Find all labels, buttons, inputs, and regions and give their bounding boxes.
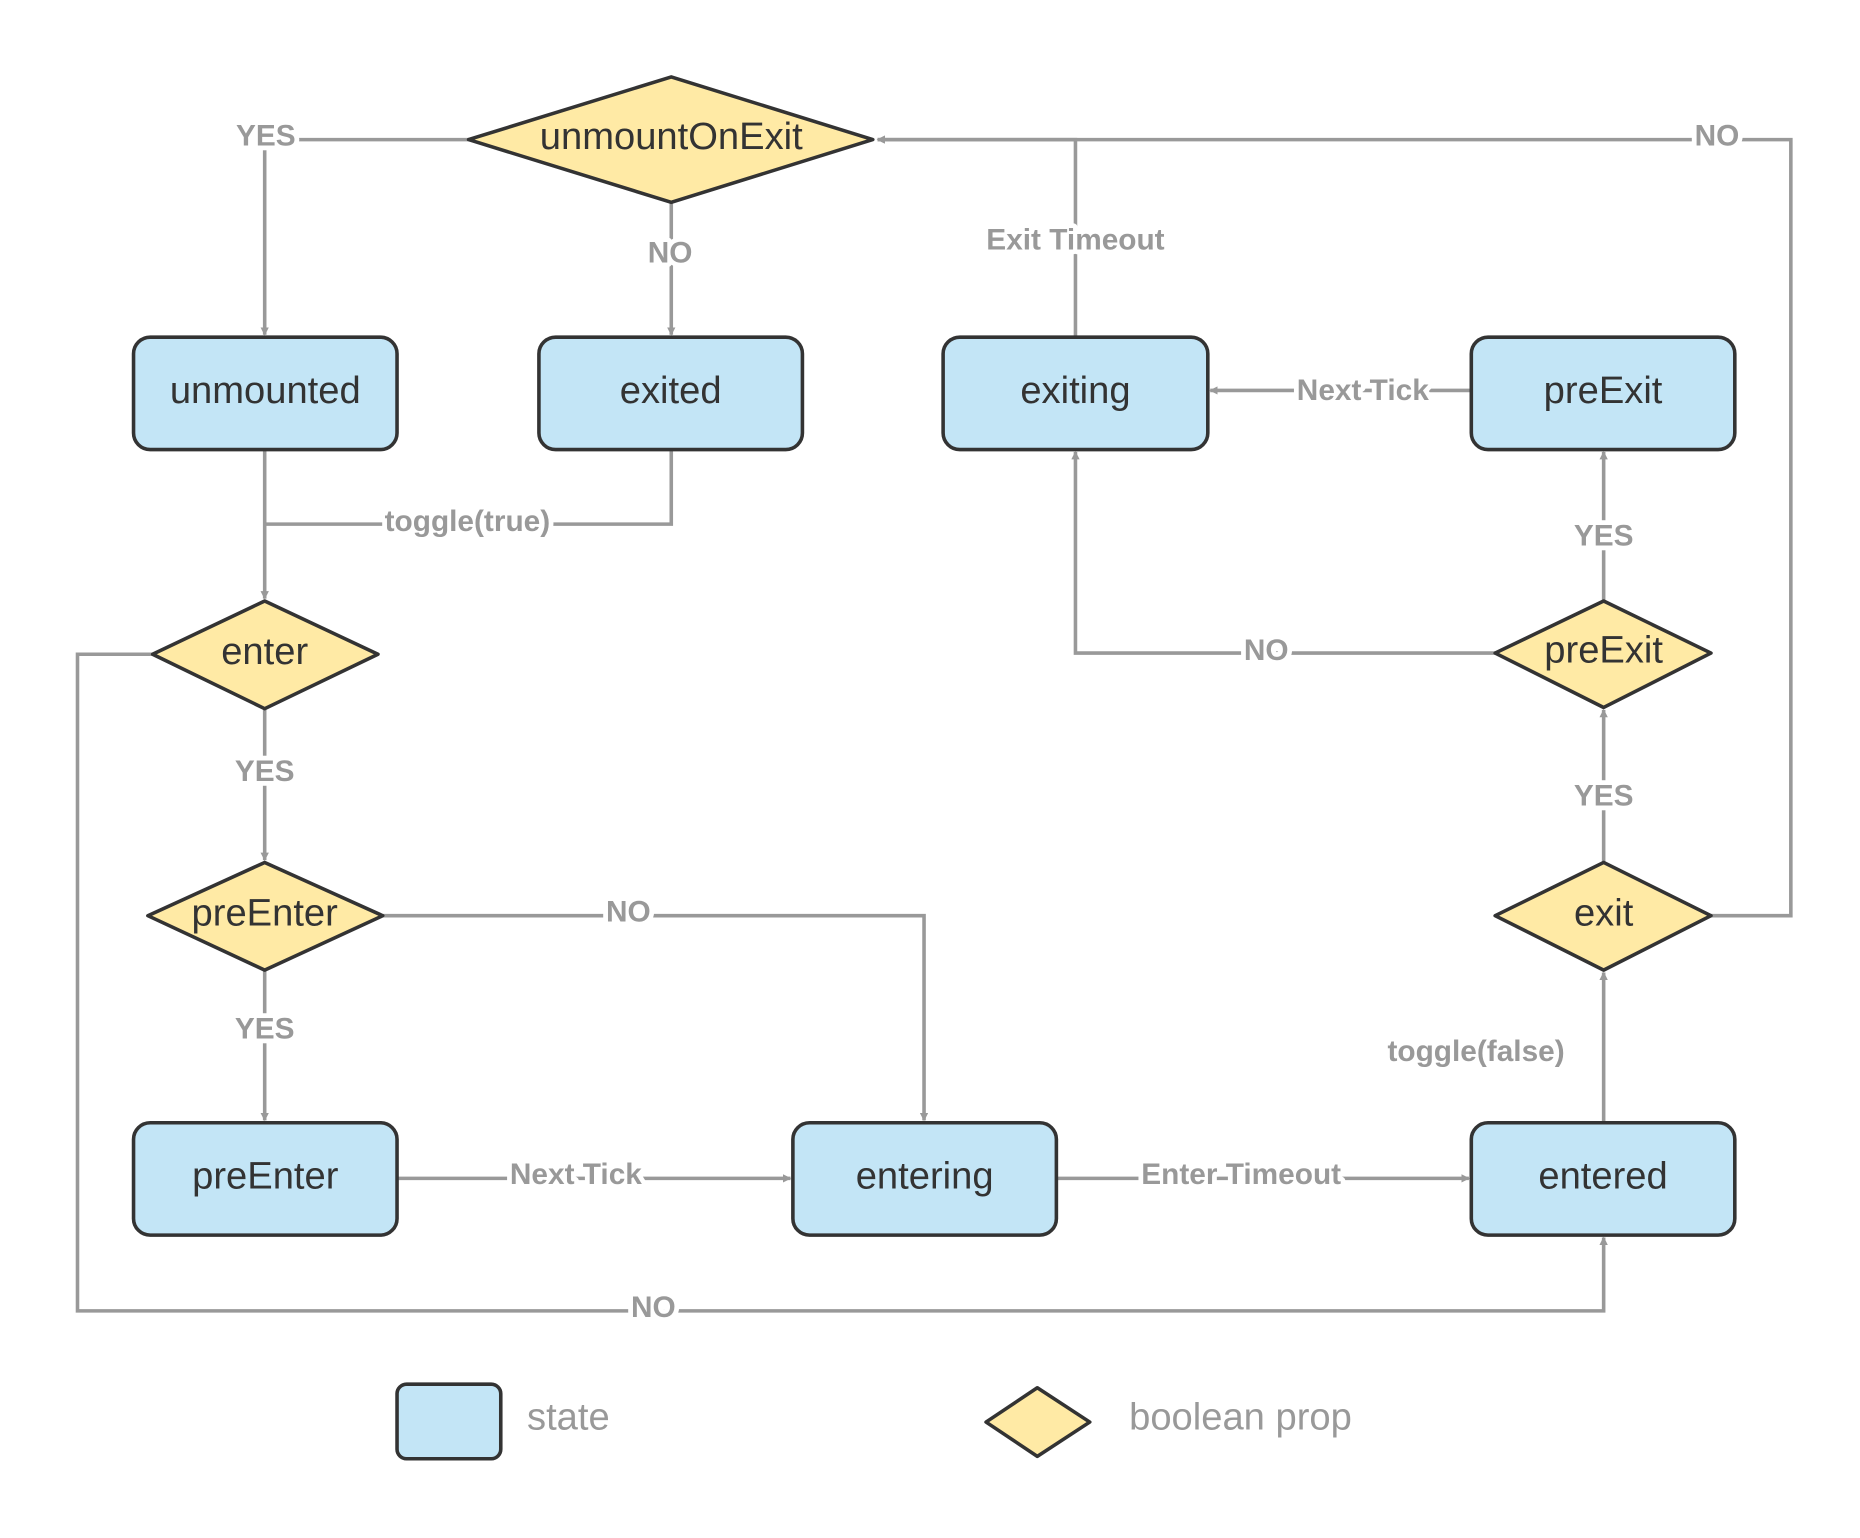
edge-label: toggle(false) — [1387, 1035, 1564, 1068]
boolean-prop-node-preExit: preExit — [1493, 599, 1713, 710]
legend-boolean-label: boolean prop — [1129, 1396, 1352, 1438]
node-label: exited — [620, 370, 722, 412]
node-label: entering — [856, 1156, 994, 1198]
legend-state-label: state — [527, 1396, 610, 1438]
state-diagram: unmountOnExit unmounted exited exiting preEx… — [75, 75, 1793, 1461]
node-label: unmounted — [170, 370, 361, 412]
state-node-entering: entering — [791, 1120, 1059, 1237]
state-node-entered: entered — [1469, 1120, 1737, 1237]
legend-boolean-swatch — [984, 1385, 1092, 1459]
edge-d-preEnter-to-s-entering — [382, 913, 929, 1122]
node-label: entered — [1538, 1156, 1667, 1198]
state-node-exiting: exiting — [941, 335, 1210, 452]
edge-label: YES — [1574, 519, 1634, 552]
boolean-prop-node-unmountOnExit: unmountOnExit — [466, 75, 875, 205]
edge-d-preExit-to-s-exiting — [1071, 451, 1496, 655]
node-label: exit — [1574, 892, 1634, 934]
edge-label: NO — [606, 896, 651, 929]
edge-label: NO — [648, 237, 693, 270]
boolean-prop-node-enter: enter — [150, 599, 380, 711]
edge-label: NO — [631, 1291, 676, 1324]
state-node-exited: exited — [537, 335, 805, 452]
legend-state-swatch — [395, 1382, 503, 1461]
node-label: preExit — [1544, 370, 1663, 412]
node-label: preExit — [1544, 630, 1663, 672]
edge-label: Exit Timeout — [986, 224, 1164, 257]
edge-label: toggle(true) — [385, 505, 551, 538]
node-label: unmountOnExit — [540, 116, 803, 158]
edge-label: YES — [235, 755, 295, 788]
edge-label: Next Tick — [510, 1158, 642, 1191]
edge-label: NO — [1244, 634, 1289, 667]
edge-label: YES — [236, 120, 296, 153]
edge-label: Enter Timeout — [1141, 1158, 1341, 1191]
edge-label: YES — [235, 1013, 295, 1046]
state-node-preEnter: preEnter — [131, 1120, 399, 1237]
state-node-unmounted: unmounted — [131, 335, 399, 452]
edge-label: YES — [1574, 780, 1634, 813]
legend: state boolean prop — [395, 1382, 1352, 1461]
node-label: preEnter — [192, 892, 339, 934]
node-label: preEnter — [192, 1156, 339, 1198]
edge-label: NO — [1695, 120, 1740, 153]
state-node-preExit: preExit — [1469, 335, 1737, 452]
edge-label: Next Tick — [1297, 374, 1429, 407]
node-label: exiting — [1020, 370, 1130, 412]
edge-d-unmountOnExit-to-s-unmounted — [260, 137, 469, 336]
boolean-prop-node-preEnter: preEnter — [146, 860, 385, 972]
node-label: enter — [221, 631, 308, 673]
boolean-prop-node-exit: exit — [1493, 860, 1713, 972]
